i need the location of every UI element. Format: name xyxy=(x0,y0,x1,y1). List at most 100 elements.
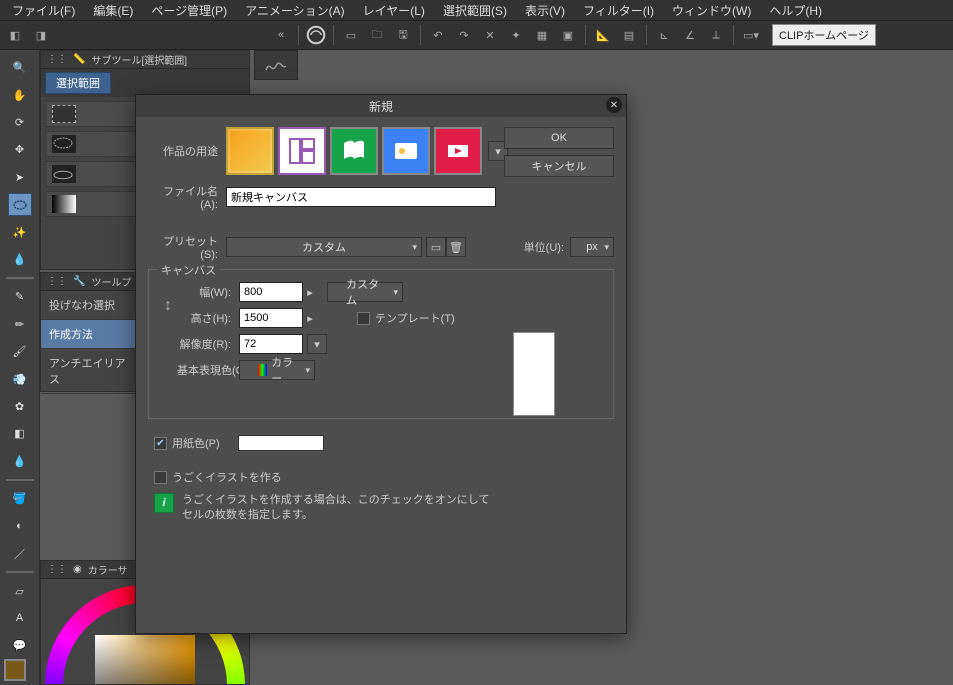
deco-tool-icon[interactable]: ✿ xyxy=(8,395,32,418)
new-file-icon[interactable]: ▭ xyxy=(340,24,362,46)
dialog-titlebar[interactable]: 新規 ✕ xyxy=(136,95,626,117)
grid-icon[interactable]: ▤ xyxy=(618,24,640,46)
template-checkbox[interactable] xyxy=(357,312,370,325)
paper-checkbox[interactable] xyxy=(154,437,167,450)
dialog-title: 新規 xyxy=(369,98,393,115)
cancel-button[interactable]: キャンセル xyxy=(504,155,614,177)
height-input[interactable] xyxy=(239,308,303,328)
resolution-dropdown-button[interactable]: ▾ xyxy=(307,334,327,354)
width-input[interactable] xyxy=(239,282,303,302)
tool-property-panel: ⋮⋮ 🔧 ツールプ 投げなわ選択 作成方法 アンチエイリアス xyxy=(40,272,140,392)
toolprop-method[interactable]: 作成方法 xyxy=(41,320,139,349)
rotate-tool-icon[interactable]: ⟳ xyxy=(8,111,32,134)
airbrush-tool-icon[interactable]: 💨 xyxy=(8,367,32,390)
hand-tool-icon[interactable]: ✋ xyxy=(8,83,32,106)
pen-tool-icon[interactable]: ✎ xyxy=(8,285,32,308)
paper-color-swatch[interactable] xyxy=(238,435,324,451)
width-arrow-icon[interactable]: ▸ xyxy=(303,286,317,299)
menu-edit[interactable]: 編集(E) xyxy=(85,0,141,21)
panel-grip-icon: ⋮⋮ xyxy=(47,54,67,65)
save-file-icon[interactable]: 🖫 xyxy=(392,24,414,46)
clip-homepage-link[interactable]: CLIPホームページ xyxy=(772,24,876,46)
fill-tool-icon[interactable]: 🪣 xyxy=(8,487,32,510)
preset-add-button[interactable]: ▭ xyxy=(426,237,446,257)
menu-view[interactable]: 表示(V) xyxy=(517,0,573,21)
tool-palette: 🔍 ✋ ⟳ ✥ ➤ ✨ 💧 ✎ ✏ 🖌 💨 ✿ ◧ 💧 🪣 ◐ ／ ▱ A 💬 … xyxy=(0,50,40,685)
move-tool-icon[interactable]: ✥ xyxy=(8,138,32,161)
toolprop-antialias[interactable]: アンチエイリアス xyxy=(41,349,139,394)
brush-tool-icon[interactable]: 🖌 xyxy=(8,340,32,363)
purpose-book-button[interactable] xyxy=(330,127,378,175)
clear-icon[interactable]: ✕ xyxy=(479,24,501,46)
menu-anim[interactable]: アニメーション(A) xyxy=(237,0,353,21)
purpose-illustration-button[interactable] xyxy=(226,127,274,175)
ruler-icon[interactable]: 📐 xyxy=(592,24,614,46)
tool-separator xyxy=(6,277,34,279)
deselect-icon[interactable]: ▣ xyxy=(557,24,579,46)
purpose-comic-button[interactable] xyxy=(278,127,326,175)
workspace-dropdown-icon[interactable]: ▭▾ xyxy=(740,24,762,46)
redo-icon[interactable]: ↷ xyxy=(453,24,475,46)
balloon-tool-icon[interactable]: 💬 xyxy=(8,634,32,657)
selection-tool-icon[interactable] xyxy=(8,193,32,216)
snap-icon[interactable]: ⊾ xyxy=(653,24,675,46)
csp-logo-icon[interactable] xyxy=(305,24,327,46)
purpose-print-button[interactable] xyxy=(382,127,430,175)
menu-window[interactable]: ウィンドウ(W) xyxy=(664,0,759,21)
menu-help[interactable]: ヘルプ(H) xyxy=(761,0,830,21)
pencil-tool-icon[interactable]: ✏ xyxy=(8,313,32,336)
size-preset-dropdown[interactable]: カスタム xyxy=(327,282,403,302)
line-tool-icon[interactable]: ／ xyxy=(8,542,32,565)
document-tab[interactable] xyxy=(254,50,298,80)
menu-file[interactable]: ファイル(F) xyxy=(4,0,83,21)
zoom-tool-icon[interactable]: 🔍 xyxy=(8,56,32,79)
swap-dimensions-button[interactable]: ↕ xyxy=(159,282,177,330)
menu-page[interactable]: ページ管理(P) xyxy=(143,0,235,21)
select-all-icon[interactable]: ▦ xyxy=(531,24,553,46)
toolbar-left1[interactable]: ◧ xyxy=(4,24,26,46)
filename-input[interactable] xyxy=(226,187,496,207)
toolbar-chevrons[interactable]: « xyxy=(270,24,292,46)
purpose-animation-button[interactable] xyxy=(434,127,482,175)
main-toolbar: ◧ ◨ « ▭ 🗀 🖫 ↶ ↷ ✕ ✦ ▦ ▣ 📐 ▤ ⊾ ∠ ⟂ ▭▾ CLI… xyxy=(0,20,953,50)
dialog-close-button[interactable]: ✕ xyxy=(606,97,622,113)
eyedropper-tool-icon[interactable]: 💧 xyxy=(8,248,32,271)
subtool-panel-header[interactable]: ⋮⋮ 📏 サブツール[選択範囲] xyxy=(41,51,249,69)
text-tool-icon[interactable]: A xyxy=(8,607,32,630)
eraser-tool-icon[interactable]: ◧ xyxy=(8,422,32,445)
preset-dropdown[interactable]: カスタム xyxy=(226,237,422,257)
preset-delete-button[interactable]: 🗑 xyxy=(446,237,466,257)
undo-icon[interactable]: ↶ xyxy=(427,24,449,46)
unit-dropdown[interactable]: px xyxy=(570,237,614,257)
ok-button[interactable]: OK xyxy=(504,127,614,149)
info-icon: i xyxy=(154,493,174,513)
resolution-input[interactable] xyxy=(239,334,303,354)
menu-layer[interactable]: レイヤー(L) xyxy=(355,0,433,21)
subtool-tab-selection[interactable]: 選択範囲 xyxy=(45,72,111,94)
toolbar-left2[interactable]: ◨ xyxy=(30,24,52,46)
moving-illust-checkbox[interactable] xyxy=(154,471,167,484)
height-arrow-icon[interactable]: ▸ xyxy=(303,312,317,325)
snap2-icon[interactable]: ∠ xyxy=(679,24,701,46)
blend-tool-icon[interactable]: 💧 xyxy=(8,450,32,473)
fg-color-swatch[interactable] xyxy=(4,659,26,681)
tool-separator-2 xyxy=(6,479,34,481)
tool-separator-3 xyxy=(6,571,34,573)
menu-filter[interactable]: フィルター(I) xyxy=(575,0,662,21)
gradient-tool-icon[interactable]: ◐ xyxy=(8,515,32,538)
operation-tool-icon[interactable]: ➤ xyxy=(8,166,32,189)
panel-grip-icon: ⋮⋮ xyxy=(47,564,67,575)
snap3-icon[interactable]: ⟂ xyxy=(705,24,727,46)
subtool-title: サブツール[選択範囲] xyxy=(91,52,187,67)
colormode-dropdown[interactable]: カラー xyxy=(239,360,315,380)
frame-tool-icon[interactable]: ▱ xyxy=(8,579,32,602)
magic-wand-tool-icon[interactable]: ✨ xyxy=(8,220,32,243)
preset-label: プリセット(S): xyxy=(148,233,226,261)
resolution-label: 解像度(R): xyxy=(177,336,239,352)
toolprop-header[interactable]: ⋮⋮ 🔧 ツールプ xyxy=(41,273,139,291)
colormode-label: 基本表現色(C): xyxy=(177,362,239,378)
open-file-icon[interactable]: 🗀 xyxy=(366,24,388,46)
menu-select[interactable]: 選択範囲(S) xyxy=(435,0,515,21)
crosshair-icon[interactable]: ✦ xyxy=(505,24,527,46)
toolprop-subtitle: 投げなわ選択 xyxy=(41,291,139,320)
